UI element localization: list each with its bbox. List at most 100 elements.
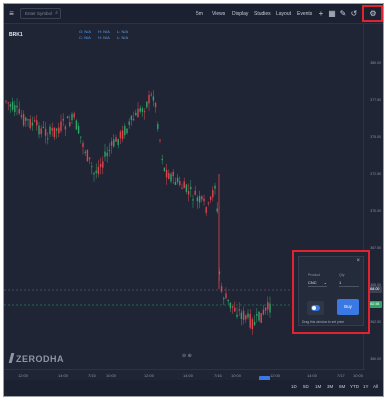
product-select[interactable]: CNC ⌄ — [308, 280, 327, 287]
candle-body — [75, 120, 78, 130]
range-all[interactable]: All — [373, 384, 378, 389]
candle-body — [207, 202, 210, 204]
candle-body — [69, 122, 71, 127]
candle-body — [260, 313, 262, 323]
candle-body — [66, 116, 69, 119]
product-label: Product — [308, 273, 321, 277]
chart-window: ≡ Enter Symbol ⌕ 5m Views Display Studie… — [3, 3, 384, 397]
menu-layout[interactable]: Layout — [276, 4, 291, 24]
candle-body — [73, 113, 75, 118]
hamburger-menu-icon[interactable]: ≡ — [7, 4, 16, 24]
range-1m[interactable]: 1M — [315, 384, 321, 389]
candle-body — [29, 119, 31, 129]
x-tick: 7/15 — [88, 373, 96, 378]
y-tick: 380.00 — [370, 61, 381, 65]
candle-body — [55, 128, 58, 131]
range-ytd[interactable]: YTD — [350, 384, 359, 389]
candle-body — [106, 152, 108, 157]
candle-body — [187, 191, 190, 195]
candle-body — [53, 127, 56, 138]
range-1d[interactable]: 1D — [291, 384, 297, 389]
close-icon[interactable]: × — [356, 258, 360, 264]
candle-body — [18, 108, 20, 114]
candle-body — [51, 128, 53, 131]
zoom-out-icon[interactable]: ⊖ — [182, 353, 186, 359]
order-widget-highlight: × Product CNC ⌄ Qty 1 Buy Drag this wind… — [292, 250, 370, 334]
y-tick: 370.00 — [370, 209, 381, 213]
plus-icon[interactable]: + — [317, 4, 325, 24]
x-tick: 10:00 — [231, 373, 242, 378]
candle-body — [58, 127, 60, 134]
y-tick: 367.50 — [370, 246, 381, 250]
candle-body — [16, 105, 18, 108]
candle-body — [102, 161, 104, 168]
qty-input[interactable]: 1 — [339, 280, 359, 287]
candle-body — [99, 164, 102, 167]
candle-body — [152, 96, 155, 101]
menu-interval[interactable]: 5m — [196, 4, 203, 24]
toolbar: ≡ Enter Symbol ⌕ 5m Views Display Studie… — [4, 4, 383, 24]
toggle-icon — [311, 305, 320, 311]
candle-body — [95, 170, 97, 173]
candle-body — [240, 312, 243, 320]
y-tick: 360.00 — [370, 357, 381, 361]
candle-body — [49, 126, 51, 135]
range-1y[interactable]: 1Y — [363, 384, 369, 389]
menu-display[interactable]: Display — [232, 4, 248, 24]
candle-body — [27, 119, 29, 121]
candle-body — [64, 126, 67, 130]
candle-body — [121, 130, 124, 139]
candle-body — [192, 199, 194, 201]
sell-toggle-button[interactable] — [307, 301, 324, 315]
candle-body — [172, 171, 174, 177]
candle-body — [110, 141, 113, 146]
candle-body — [5, 100, 7, 102]
buy-button[interactable]: Buy — [337, 299, 359, 315]
undo-icon[interactable]: ↺ — [350, 4, 358, 24]
range-5d[interactable]: 5D — [303, 384, 309, 389]
candle-body — [212, 190, 214, 198]
candle-body — [249, 314, 251, 328]
menu-studies[interactable]: Studies — [254, 4, 271, 24]
candle-body — [227, 299, 229, 302]
range-6m[interactable]: 6M — [339, 384, 345, 389]
candle-body — [97, 166, 100, 174]
drag-hint: Drag this window to set price — [302, 320, 345, 324]
chart-nav-controls[interactable]: ⊖ ⊕ — [182, 353, 192, 359]
candle-body — [7, 102, 9, 104]
candle-body — [148, 95, 150, 104]
search-placeholder: Enter Symbol — [25, 11, 53, 16]
candle-body — [9, 104, 12, 107]
candle-body — [236, 314, 238, 317]
candle-body — [60, 121, 62, 131]
candle-body — [267, 302, 269, 310]
candle-body — [220, 286, 223, 292]
pencil-icon[interactable]: ✎ — [339, 4, 347, 24]
menu-events[interactable]: Events — [297, 4, 312, 24]
candle-body — [141, 108, 144, 112]
candle-body — [22, 113, 25, 126]
candle-body — [20, 115, 23, 118]
candle-body — [77, 125, 80, 134]
candle-body — [104, 151, 106, 157]
candle-body — [11, 101, 14, 110]
order-widget[interactable]: × Product CNC ⌄ Qty 1 Buy Drag this wind… — [298, 256, 364, 326]
candle-body — [31, 122, 34, 126]
candle-body — [157, 124, 159, 129]
zerodha-logo-icon — [8, 353, 16, 363]
x-tick: 14:00 — [58, 373, 69, 378]
candle-body — [143, 111, 146, 113]
candle-body — [179, 181, 181, 185]
grid-icon[interactable]: ▦ — [328, 4, 336, 24]
candle-body — [14, 105, 16, 113]
candle-body — [258, 311, 260, 321]
range-3m[interactable]: 3M — [327, 384, 333, 389]
candle-body — [209, 196, 212, 200]
candle-body — [262, 309, 265, 315]
candle-body — [126, 128, 128, 134]
zoom-in-icon[interactable]: ⊕ — [188, 353, 192, 359]
symbol-search-input[interactable]: Enter Symbol ⌕ — [20, 8, 61, 19]
candle-body — [113, 139, 115, 147]
menu-views[interactable]: Views — [212, 4, 225, 24]
candle-body — [62, 118, 64, 121]
